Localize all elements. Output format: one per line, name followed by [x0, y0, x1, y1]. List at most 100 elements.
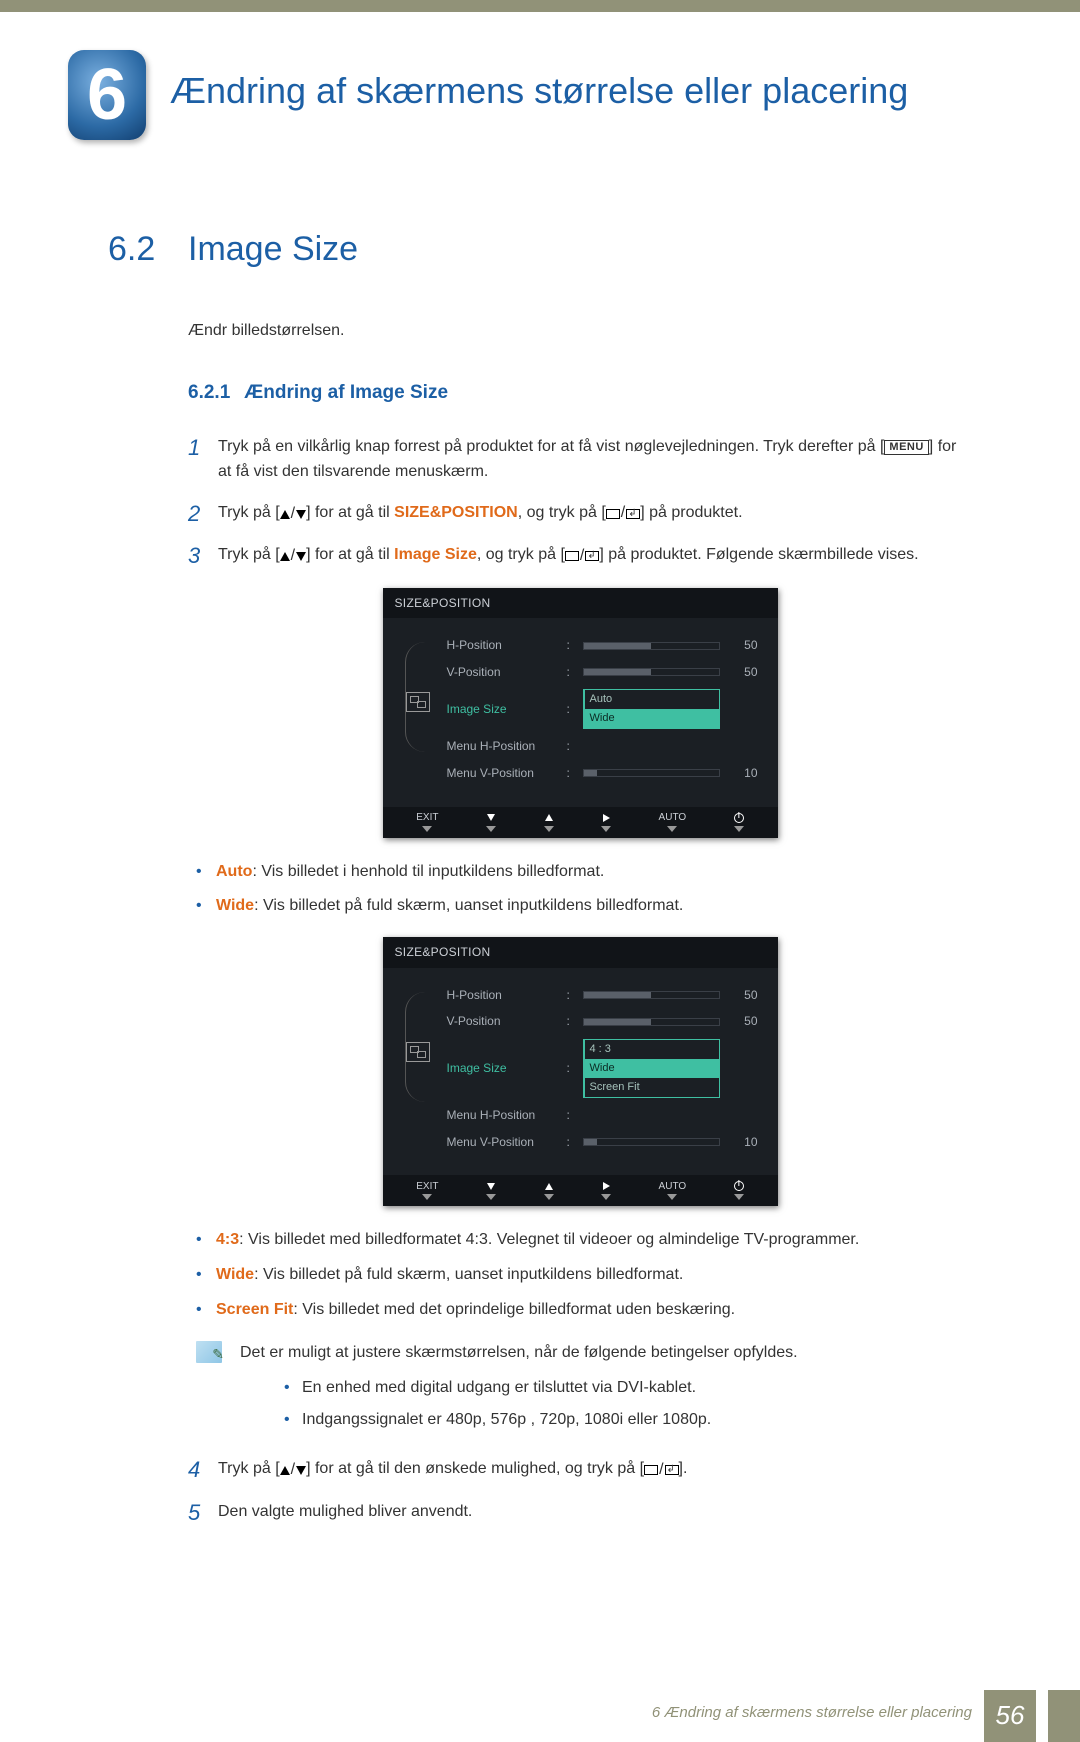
osd-sidebar — [403, 986, 433, 1152]
osd-right-button — [601, 1181, 611, 1200]
list-item: 4:3: Vis billedet med billedformatet 4:3… — [188, 1228, 972, 1253]
up-down-arrow-icon: / — [280, 544, 306, 569]
step-5: 5 Den valgte mulighed bliver anvendt. — [188, 1500, 972, 1526]
osd-up-button — [544, 1181, 554, 1200]
osd-auto-button: AUTO — [659, 813, 687, 832]
osd-down-button — [486, 813, 496, 832]
osd-exit-button: EXIT — [416, 1181, 438, 1200]
section-title: Image Size — [188, 230, 358, 269]
text: Tryk på en vilkårlig knap forrest på pro… — [218, 438, 884, 455]
option-list-1: Auto: Vis billedet i henhold til inputki… — [188, 860, 972, 920]
step-body: Tryk på [/] for at gå til SIZE&POSITION,… — [218, 501, 972, 527]
text: ] for at gå til — [306, 546, 394, 563]
top-color-band — [0, 0, 1080, 12]
osd-power-button — [734, 813, 744, 832]
osd-option-43: 4 : 3 — [585, 1040, 719, 1059]
subsection-number: 6.2.1 — [188, 382, 230, 403]
note-block: Det er muligt at justere skærmstørrelsen… — [188, 1341, 972, 1447]
osd-row-vposition: V-Position:50 — [447, 1012, 758, 1031]
note-lead: Det er muligt at justere skærmstørrelsen… — [240, 1341, 972, 1366]
osd-exit-button: EXIT — [416, 813, 438, 832]
osd-row-menu-vposition: Menu V-Position:10 — [447, 764, 758, 783]
option-list-2: 4:3: Vis billedet med billedformatet 4:3… — [188, 1228, 972, 1322]
highlight-target: Image Size — [394, 546, 477, 563]
step-number: 3 — [188, 543, 218, 569]
step-number: 2 — [188, 501, 218, 527]
select-enter-icon: / — [644, 1458, 678, 1483]
list-item: Screen Fit: Vis billedet med det oprinde… — [188, 1298, 972, 1323]
list-item: Wide: Vis billedet på fuld skærm, uanset… — [188, 894, 972, 919]
step-number: 5 — [188, 1500, 218, 1526]
osd-row-menu-vposition: Menu V-Position:10 — [447, 1133, 758, 1152]
osd-row-imagesize: Image Size:AutoWide — [447, 689, 758, 729]
text: ] på produktet. Følgende skærmbillede vi… — [599, 546, 918, 563]
intro-text: Ændr billedstørrelsen. — [188, 319, 972, 344]
osd-up-button — [544, 813, 554, 832]
note-sublist: En enhed med digital udgang er tilslutte… — [240, 1376, 972, 1434]
osd-screenshot-2: SIZE&POSITION H-Position:50 V-Position:5… — [383, 937, 778, 1206]
osd-auto-button: AUTO — [659, 1181, 687, 1200]
text: ] for at gå til — [306, 504, 394, 521]
osd-right-button — [601, 813, 611, 832]
text: ]. — [679, 1460, 688, 1477]
page-footer: 6 Ændring af skærmens størrelse eller pl… — [0, 1690, 1080, 1742]
subsection-title: Ændring af Image Size — [244, 382, 448, 403]
osd-option-screenfit: Screen Fit — [585, 1078, 719, 1097]
list-item: En enhed med digital udgang er tilslutte… — [280, 1376, 972, 1401]
text: ] for at gå til den ønskede mulighed, og… — [306, 1460, 644, 1477]
text: Tryk på [ — [218, 1460, 280, 1477]
highlight-target: SIZE&POSITION — [394, 504, 518, 521]
section-header: 6.2 Image Size — [108, 230, 972, 269]
text: Tryk på [ — [218, 546, 280, 563]
osd-down-button — [486, 1181, 496, 1200]
osd-row-hposition: H-Position:50 — [447, 636, 758, 655]
text: , og tryk på [ — [518, 504, 606, 521]
up-down-arrow-icon: / — [280, 502, 306, 527]
chapter-number-badge: 6 — [68, 50, 146, 140]
step-4: 4 Tryk på [/] for at gå til den ønskede … — [188, 1457, 972, 1483]
step-body: Den valgte mulighed bliver anvendt. — [218, 1500, 972, 1526]
size-position-icon — [406, 1042, 430, 1062]
osd-row-imagesize: Image Size:4 : 3WideScreen Fit — [447, 1039, 758, 1098]
step-3: 3 Tryk på [/] for at gå til Image Size, … — [188, 543, 972, 569]
select-enter-icon: / — [606, 501, 640, 526]
step-body: Tryk på en vilkårlig knap forrest på pro… — [218, 435, 972, 485]
step-number: 1 — [188, 435, 218, 485]
osd-title: SIZE&POSITION — [383, 937, 778, 968]
osd-power-button — [734, 1181, 744, 1200]
step-number: 4 — [188, 1457, 218, 1483]
step-1: 1 Tryk på en vilkårlig knap forrest på p… — [188, 435, 972, 485]
select-enter-icon: / — [565, 544, 599, 569]
osd-option-wide: Wide — [585, 1059, 719, 1078]
osd-option-wide: Wide — [585, 709, 719, 728]
subsection-header: 6.2.1 Ændring af Image Size — [188, 378, 972, 407]
note-icon — [196, 1341, 222, 1363]
osd-row-hposition: H-Position:50 — [447, 986, 758, 1005]
size-position-icon — [406, 692, 430, 712]
list-item: Wide: Vis billedet på fuld skærm, uanset… — [188, 1263, 972, 1288]
text: , og tryk på [ — [477, 546, 565, 563]
osd-row-menu-hposition: Menu H-Position: — [447, 1106, 758, 1125]
footer-text: 6 Ændring af skærmens størrelse eller pl… — [652, 1704, 972, 1721]
chapter-title: Ændring af skærmens størrelse eller plac… — [170, 50, 908, 112]
text: Tryk på [ — [218, 504, 280, 521]
footer-stripe — [1048, 1690, 1080, 1742]
osd-bottom-bar: EXIT AUTO — [383, 1175, 778, 1206]
step-body: Tryk på [/] for at gå til Image Size, og… — [218, 543, 972, 569]
osd-option-auto: Auto — [585, 690, 719, 709]
section-number: 6.2 — [108, 230, 188, 269]
step-body: Tryk på [/] for at gå til den ønskede mu… — [218, 1457, 972, 1483]
osd-bottom-bar: EXIT AUTO — [383, 807, 778, 838]
list-item: Auto: Vis billedet i henhold til inputki… — [188, 860, 972, 885]
osd-row-vposition: V-Position:50 — [447, 663, 758, 682]
osd-title: SIZE&POSITION — [383, 588, 778, 619]
footer-page-number: 56 — [984, 1690, 1036, 1742]
chapter-header: 6 Ændring af skærmens størrelse eller pl… — [108, 50, 972, 140]
step-2: 2 Tryk på [/] for at gå til SIZE&POSITIO… — [188, 501, 972, 527]
menu-key-icon: MENU — [884, 440, 928, 455]
list-item: Indgangssignalet er 480p, 576p , 720p, 1… — [280, 1408, 972, 1433]
osd-sidebar — [403, 636, 433, 782]
page-content: 6 Ændring af skærmens størrelse eller pl… — [0, 0, 1080, 1742]
up-down-arrow-icon: / — [280, 1458, 306, 1483]
osd-row-menu-hposition: Menu H-Position: — [447, 737, 758, 756]
